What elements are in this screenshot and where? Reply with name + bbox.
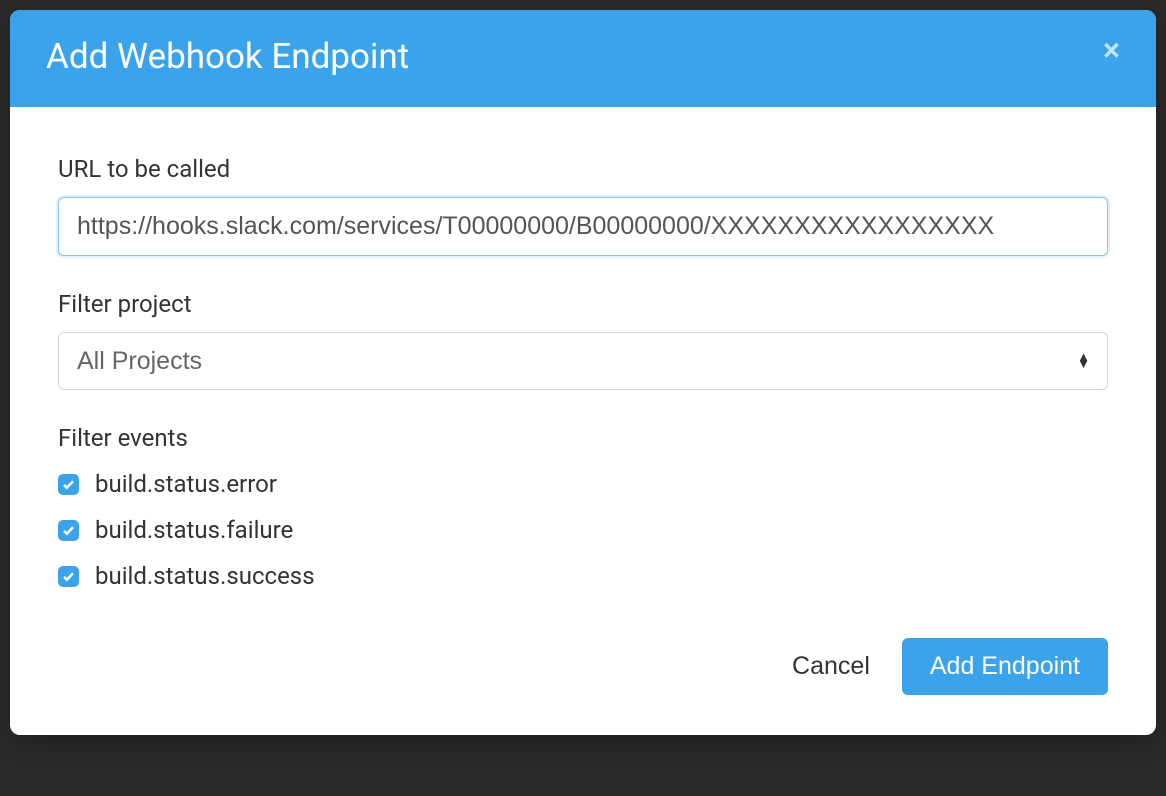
add-endpoint-button[interactable]: Add Endpoint [902,638,1108,695]
url-field-group: URL to be called [58,155,1108,256]
filter-events-label: Filter events [58,424,1108,452]
filter-project-select[interactable]: All Projects [58,332,1108,390]
filter-project-group: Filter project All Projects ▲▼ [58,290,1108,390]
url-input[interactable] [58,197,1108,256]
check-icon [62,478,75,491]
event-label: build.status.success [95,562,315,590]
event-checkbox[interactable] [58,520,79,541]
url-label: URL to be called [58,155,1108,183]
modal-title: Add Webhook Endpoint [46,36,409,77]
add-webhook-modal: Add Webhook Endpoint × URL to be called … [10,10,1156,735]
filter-project-label: Filter project [58,290,1108,318]
event-label: build.status.error [95,470,277,498]
close-icon[interactable]: × [1103,34,1120,66]
modal-header: Add Webhook Endpoint × [10,10,1156,107]
modal-body: URL to be called Filter project All Proj… [10,107,1156,628]
filter-events-group: Filter events build.status.error build.s… [58,424,1108,590]
filter-project-select-wrap: All Projects ▲▼ [58,332,1108,390]
check-icon [62,570,75,583]
event-checkbox[interactable] [58,474,79,495]
modal-footer: Cancel Add Endpoint [10,628,1156,735]
events-checkbox-list: build.status.error build.status.failure … [58,470,1108,590]
event-row: build.status.error [58,470,1108,498]
event-label: build.status.failure [95,516,293,544]
cancel-button[interactable]: Cancel [792,652,870,681]
event-row: build.status.success [58,562,1108,590]
event-checkbox[interactable] [58,566,79,587]
check-icon [62,524,75,537]
event-row: build.status.failure [58,516,1108,544]
